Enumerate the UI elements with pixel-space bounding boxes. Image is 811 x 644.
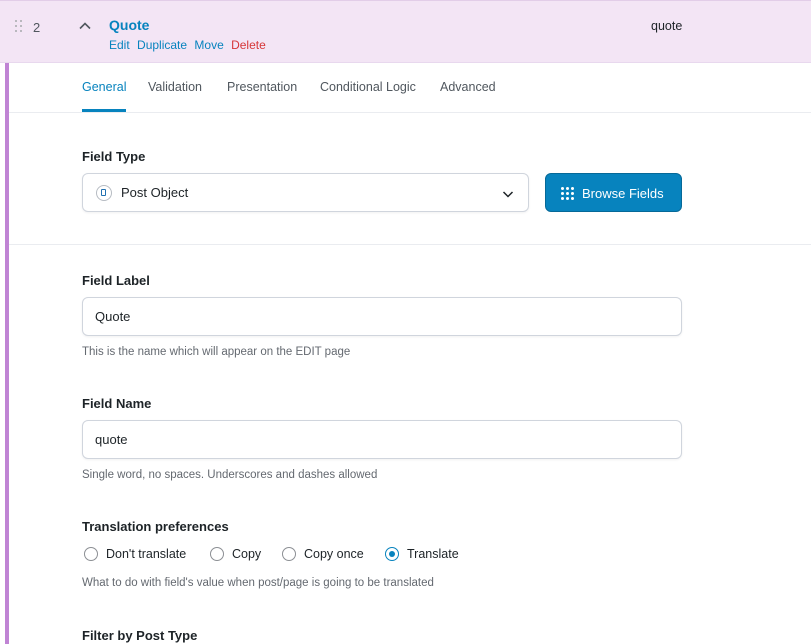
chevron-up-icon[interactable] — [78, 19, 92, 33]
field-label-label: Field Label — [82, 273, 150, 288]
field-name-help: Single word, no spaces. Underscores and … — [82, 469, 378, 481]
field-title-link[interactable]: Quote — [109, 17, 149, 33]
filter-post-type-label: Filter by Post Type — [82, 628, 198, 643]
radio-circle[interactable] — [282, 547, 296, 561]
field-type-label: Field Type — [82, 149, 146, 164]
translation-preferences-label: Translation preferences — [82, 519, 229, 534]
tab-conditional-logic[interactable]: Conditional Logic — [320, 80, 416, 94]
field-order-number: 2 — [33, 20, 41, 35]
field-type-value: Post Object — [121, 185, 189, 200]
field-header: 2 Quote Edit Duplicate Move Delete quote — [0, 0, 811, 63]
radio-label: Don't translate — [106, 547, 187, 561]
field-name-label: Field Name — [82, 396, 152, 411]
field-name-input[interactable] — [82, 420, 682, 459]
radio-circle[interactable] — [210, 547, 224, 561]
radio-label: Copy — [232, 547, 262, 561]
grid-icon — [561, 187, 574, 200]
section-divider — [9, 244, 811, 245]
delete-link[interactable]: Delete — [231, 38, 266, 52]
translation-help: What to do with field's value when post/… — [82, 577, 434, 589]
post-object-icon — [96, 185, 112, 201]
drag-handle-icon[interactable] — [15, 20, 23, 32]
browse-fields-button[interactable]: Browse Fields — [545, 173, 682, 212]
tab-presentation[interactable]: Presentation — [227, 80, 297, 94]
radio-circle[interactable] — [84, 547, 98, 561]
field-type-select[interactable]: Post Object — [82, 173, 529, 212]
tab-general[interactable]: General — [82, 80, 127, 112]
tab-advanced[interactable]: Advanced — [440, 80, 496, 94]
field-name-column: quote — [651, 19, 683, 33]
field-label-help: This is the name which will appear on th… — [82, 346, 351, 358]
radio-circle[interactable] — [385, 547, 399, 561]
duplicate-link[interactable]: Duplicate — [137, 38, 187, 52]
settings-tabs: General Validation Presentation Conditio… — [9, 63, 811, 113]
tab-validation[interactable]: Validation — [148, 80, 202, 94]
radio-label: Translate — [407, 547, 459, 561]
chevron-down-icon — [502, 187, 514, 199]
move-link[interactable]: Move — [194, 38, 223, 52]
browse-fields-label: Browse Fields — [582, 186, 664, 201]
edit-link[interactable]: Edit — [109, 38, 130, 52]
accent-bar — [5, 63, 9, 644]
field-label-input[interactable] — [82, 297, 682, 336]
radio-label: Copy once — [304, 547, 364, 561]
row-actions: Edit Duplicate Move Delete — [109, 38, 270, 52]
